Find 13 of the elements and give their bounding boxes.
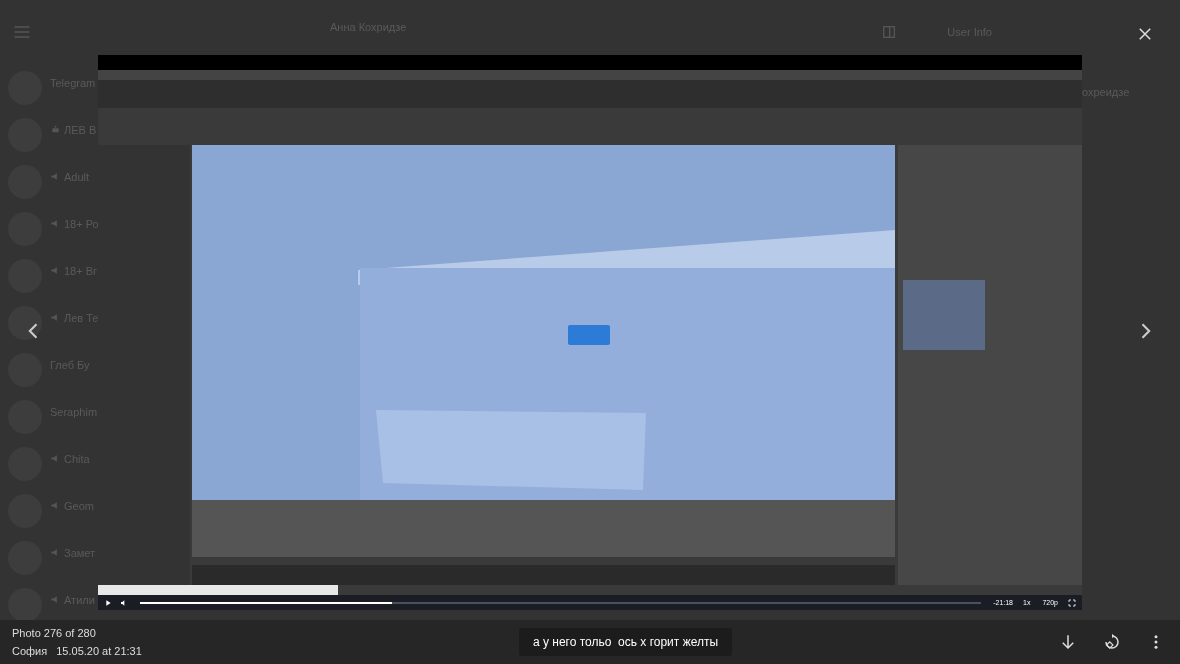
play-icon[interactable]	[104, 598, 112, 607]
avatar[interactable]	[8, 305, 42, 340]
caption: а у него тольо ось х горит желты	[518, 628, 733, 656]
progress-track[interactable]	[140, 601, 982, 604]
fullscreen-icon[interactable]	[1068, 598, 1076, 607]
date-text[interactable]: 15.05.20 at 21:31	[56, 645, 142, 657]
robot-icon	[50, 124, 61, 135]
download-icon[interactable]	[1059, 633, 1077, 651]
close-icon[interactable]	[1136, 25, 1154, 43]
author-name[interactable]: София	[12, 645, 48, 657]
photo-counter: Photo 276 of 280	[12, 627, 97, 639]
rotate-icon[interactable]	[1103, 633, 1121, 651]
sidebar-toggle-icon[interactable]	[881, 24, 898, 40]
